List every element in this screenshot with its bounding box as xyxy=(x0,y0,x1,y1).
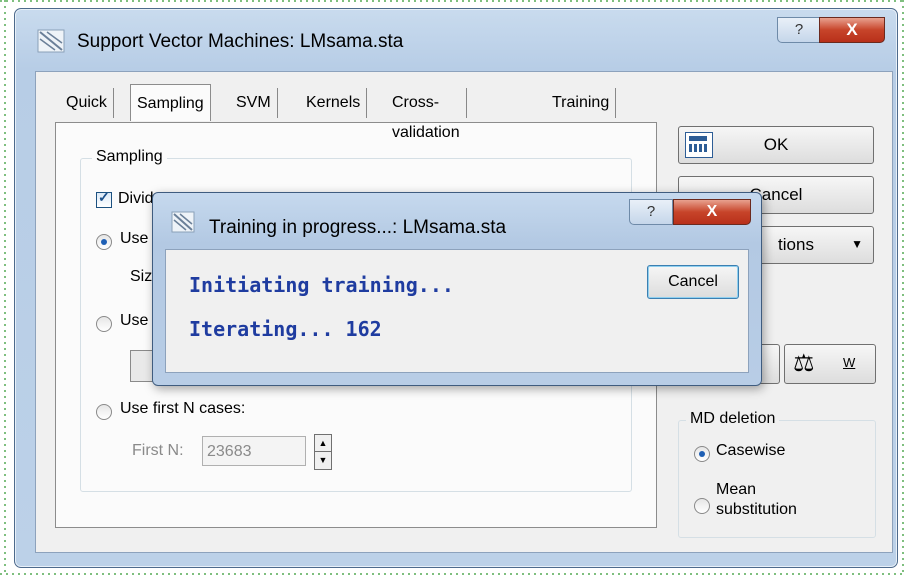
first-n-radio[interactable] xyxy=(96,404,112,420)
divide-checkbox[interactable] xyxy=(96,189,112,208)
weights-label: W xyxy=(843,355,856,370)
progress-dialog-title: Training in progress...: LMsama.sta xyxy=(209,217,507,238)
tab-cross-validation[interactable]: Cross-validation xyxy=(386,88,467,141)
chevron-down-icon: ▼ xyxy=(851,237,863,251)
progress-cancel-button[interactable]: Cancel xyxy=(647,265,739,299)
status-message-iterating: Iterating... 162 xyxy=(189,317,382,341)
casewise-radio[interactable] xyxy=(694,446,710,462)
spinner-up-icon[interactable]: ▲ xyxy=(315,435,331,452)
help-button[interactable]: ? xyxy=(777,17,821,43)
dotted-border-left xyxy=(4,0,6,575)
status-message-initiating: Initiating training... xyxy=(189,273,454,297)
progress-help-button[interactable]: ? xyxy=(629,199,673,225)
progress-dialog: Training in progress...: LMsama.sta ? X … xyxy=(152,192,762,386)
weight-icon: ⚖ xyxy=(793,350,815,377)
use-radio-2[interactable] xyxy=(96,316,112,332)
dotted-border-right xyxy=(902,0,904,575)
progress-close-button[interactable]: X xyxy=(673,199,751,225)
mean-substitution-label: Mean substitution xyxy=(716,481,797,518)
tab-kernels[interactable]: Kernels xyxy=(300,88,368,118)
md-deletion-group xyxy=(678,420,876,538)
tab-quick[interactable]: Quick xyxy=(60,88,114,118)
tab-sampling[interactable]: Sampling xyxy=(130,84,211,121)
weights-button[interactable]: ⚖ W xyxy=(784,344,876,384)
close-button[interactable]: X xyxy=(819,17,885,43)
size-label: Siz xyxy=(130,268,153,285)
first-n-input[interactable]: 23683 xyxy=(202,436,306,466)
sampling-group-label: Sampling xyxy=(92,148,167,166)
svm-app-icon xyxy=(37,29,65,53)
first-n-option-label: Use first N cases: xyxy=(120,400,246,417)
use-radio-1[interactable] xyxy=(96,234,112,250)
use-label-1: Use xyxy=(120,230,149,247)
casewise-label: Casewise xyxy=(716,442,786,459)
ok-label: OK xyxy=(763,135,789,154)
window-title: Support Vector Machines: LMsama.sta xyxy=(77,31,404,52)
ok-button[interactable]: OK xyxy=(678,126,874,164)
mean-substitution-radio[interactable] xyxy=(694,498,710,514)
first-n-label: First N: xyxy=(132,442,184,459)
svm-app-icon xyxy=(171,211,195,233)
tab-training[interactable]: Training xyxy=(546,88,617,118)
first-n-spinner[interactable]: ▲ ▼ xyxy=(314,434,332,470)
tab-svm[interactable]: SVM xyxy=(230,88,278,118)
md-deletion-label: MD deletion xyxy=(686,410,780,428)
spinner-down-icon[interactable]: ▼ xyxy=(315,452,331,468)
use-label-2: Use xyxy=(120,312,149,329)
